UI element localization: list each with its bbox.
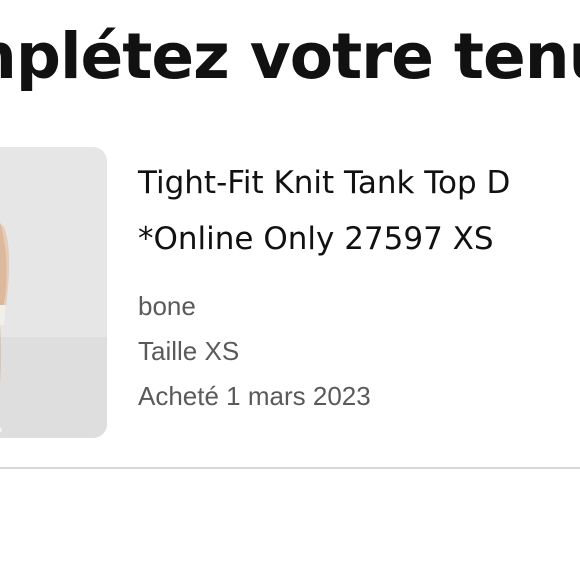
product-color: bone — [138, 291, 196, 321]
product-photo-icon — [0, 147, 107, 438]
product-name-line-1: Tight-Fit Knit Tank Top D — [138, 165, 511, 201]
page: nplétez votre tenu Tight-Fit Knit Tank T… — [0, 0, 580, 580]
product-card[interactable]: Tight-Fit Knit Tank Top D *Online Only 2… — [0, 147, 580, 447]
product-purchase-date: Acheté 1 mars 2023 — [138, 381, 371, 411]
page-title: nplétez votre tenu — [0, 20, 580, 93]
divider — [0, 467, 580, 469]
product-size: Taille XS — [138, 336, 240, 366]
product-name[interactable]: Tight-Fit Knit Tank Top D *Online Only 2… — [138, 155, 580, 267]
product-meta: bone Taille XS Acheté 1 mars 2023 — [138, 284, 371, 419]
product-name-line-2: *Online Only 27597 XS — [138, 221, 494, 257]
product-image[interactable] — [0, 147, 107, 438]
